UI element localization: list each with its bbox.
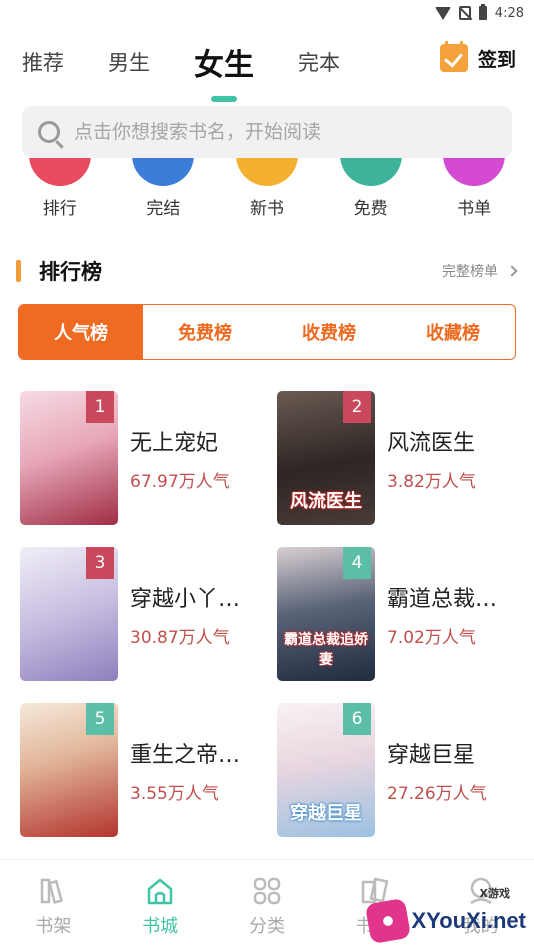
book-item[interactable]: 3 穿越小丫… 30.87万人气 bbox=[20, 536, 277, 692]
status-time: 4:28 bbox=[494, 5, 524, 21]
search-input[interactable] bbox=[74, 121, 512, 143]
book-item[interactable]: 5 重生之帝… 3.55万人气 bbox=[20, 692, 277, 848]
ranking-section-header: 排行榜 完整榜单 bbox=[0, 256, 534, 286]
nav-label: 分类 bbox=[248, 916, 285, 937]
category-label: 免费 bbox=[353, 199, 388, 219]
rank-badge: 4 bbox=[343, 547, 371, 579]
new-book-icon bbox=[235, 158, 298, 186]
search-bar[interactable] bbox=[22, 106, 512, 158]
section-accent-bar bbox=[16, 260, 21, 282]
tab-paid[interactable]: 收费榜 bbox=[267, 305, 391, 359]
nav-label: 书城 bbox=[142, 916, 179, 937]
tab-free[interactable]: 免费榜 bbox=[143, 305, 267, 359]
cover-title: 穿越巨星 bbox=[290, 803, 362, 824]
tab-male[interactable]: 男生 bbox=[108, 47, 150, 77]
book-title: 穿越小丫… bbox=[130, 586, 241, 612]
cover-title: 风流医生 bbox=[290, 491, 362, 512]
tab-popularity[interactable]: 人气榜 bbox=[19, 305, 143, 359]
category-label: 排行 bbox=[42, 199, 77, 219]
category-label: 新书 bbox=[249, 199, 284, 219]
tab-completed[interactable]: 完本 bbox=[298, 47, 340, 77]
nav-label: 书架 bbox=[35, 916, 72, 937]
watermark-small-text: X游戏 bbox=[479, 887, 510, 900]
book-cover: 3 bbox=[20, 547, 118, 681]
chevron-right-icon bbox=[506, 265, 518, 277]
category-new-book[interactable]: 新书 bbox=[222, 158, 312, 228]
bookstore-icon bbox=[145, 876, 175, 906]
book-cover: 1 bbox=[20, 391, 118, 525]
tab-favorites[interactable]: 收藏榜 bbox=[391, 305, 515, 359]
category-shortcuts: 排行 完结 新书 免费 书单 bbox=[0, 158, 534, 228]
book-title: 无上宠妃 bbox=[130, 430, 219, 456]
book-popularity: 67.97万人气 bbox=[130, 471, 230, 492]
full-ranking-label: 完整榜单 bbox=[442, 264, 498, 280]
signin-button[interactable]: 签到 bbox=[439, 41, 516, 72]
book-cover: 2 风流医生 bbox=[277, 391, 375, 525]
rank-badge: 3 bbox=[86, 547, 114, 579]
top-tab-bar: 推荐 男生 女生 完本 签到 bbox=[0, 26, 534, 102]
tab-recommend[interactable]: 推荐 bbox=[22, 47, 64, 77]
category-rank[interactable]: 排行 bbox=[15, 158, 105, 228]
calendar-check-icon bbox=[439, 41, 468, 72]
search-icon bbox=[38, 121, 60, 143]
nav-bookstore[interactable]: 书城 bbox=[107, 860, 214, 951]
book-popularity: 3.55万人气 bbox=[130, 783, 219, 804]
section-title: 排行榜 bbox=[39, 260, 102, 284]
book-title: 霸道总裁… bbox=[387, 586, 498, 612]
tab-female-label: 女生 bbox=[194, 48, 254, 83]
nav-bookshelf[interactable]: 书架 bbox=[0, 860, 107, 951]
book-popularity: 30.87万人气 bbox=[130, 627, 230, 648]
book-item[interactable]: 4 霸道总裁追娇妻 霸道总裁… 7.02万人气 bbox=[277, 536, 534, 692]
book-item[interactable]: 6 穿越巨星 穿越巨星 27.26万人气 bbox=[277, 692, 534, 848]
rank-badge: 5 bbox=[86, 703, 114, 735]
book-popularity: 3.82万人气 bbox=[387, 471, 476, 492]
rank-badge: 1 bbox=[86, 391, 114, 423]
book-cover: 4 霸道总裁追娇妻 bbox=[277, 547, 375, 681]
tab-female[interactable]: 女生 bbox=[194, 40, 254, 102]
full-ranking-link[interactable]: 完整榜单 bbox=[442, 261, 518, 281]
signin-label: 签到 bbox=[477, 48, 516, 71]
book-cover: 5 bbox=[20, 703, 118, 837]
nav-category[interactable]: 分类 bbox=[214, 860, 321, 951]
book-item[interactable]: 1 无上宠妃 67.97万人气 bbox=[20, 380, 277, 536]
wifi-icon bbox=[434, 6, 451, 20]
book-item[interactable]: 2 风流医生 风流医生 3.82万人气 bbox=[277, 380, 534, 536]
rank-badge: 6 bbox=[343, 703, 371, 735]
book-title: 穿越巨星 bbox=[387, 742, 476, 768]
active-tab-indicator bbox=[211, 96, 237, 102]
no-sim-icon bbox=[458, 6, 471, 20]
booklist-icon bbox=[443, 158, 506, 186]
finished-icon bbox=[132, 158, 195, 186]
category-label: 书单 bbox=[457, 199, 492, 219]
watermark-text: XYouXi.net bbox=[411, 908, 527, 933]
category-finished[interactable]: 完结 bbox=[118, 158, 208, 228]
category-booklist[interactable]: 书单 bbox=[429, 158, 519, 228]
book-popularity: 27.26万人气 bbox=[387, 783, 487, 804]
book-title: 重生之帝… bbox=[130, 742, 241, 768]
bookshelf-icon bbox=[38, 876, 68, 906]
category-free[interactable]: 免费 bbox=[326, 158, 416, 228]
status-bar: 4:28 bbox=[0, 0, 534, 26]
rank-icon bbox=[28, 158, 91, 186]
ranking-tabs: 人气榜 免费榜 收费榜 收藏榜 bbox=[18, 304, 516, 360]
ranking-book-list: 1 无上宠妃 67.97万人气 2 风流医生 风流医生 3.82万人气 3 穿越… bbox=[0, 380, 534, 848]
book-title: 风流医生 bbox=[387, 430, 476, 456]
category-label: 完结 bbox=[146, 199, 181, 219]
gamepad-logo-icon bbox=[364, 897, 411, 945]
category-grid-icon bbox=[252, 876, 282, 906]
book-cover: 6 穿越巨星 bbox=[277, 703, 375, 837]
battery-icon bbox=[478, 4, 487, 20]
rank-badge: 2 bbox=[343, 391, 371, 423]
free-icon bbox=[339, 158, 402, 186]
book-popularity: 7.02万人气 bbox=[387, 627, 476, 648]
watermark: X游戏 XYouXi.net bbox=[364, 887, 527, 945]
cover-title: 霸道总裁追娇妻 bbox=[284, 632, 368, 668]
